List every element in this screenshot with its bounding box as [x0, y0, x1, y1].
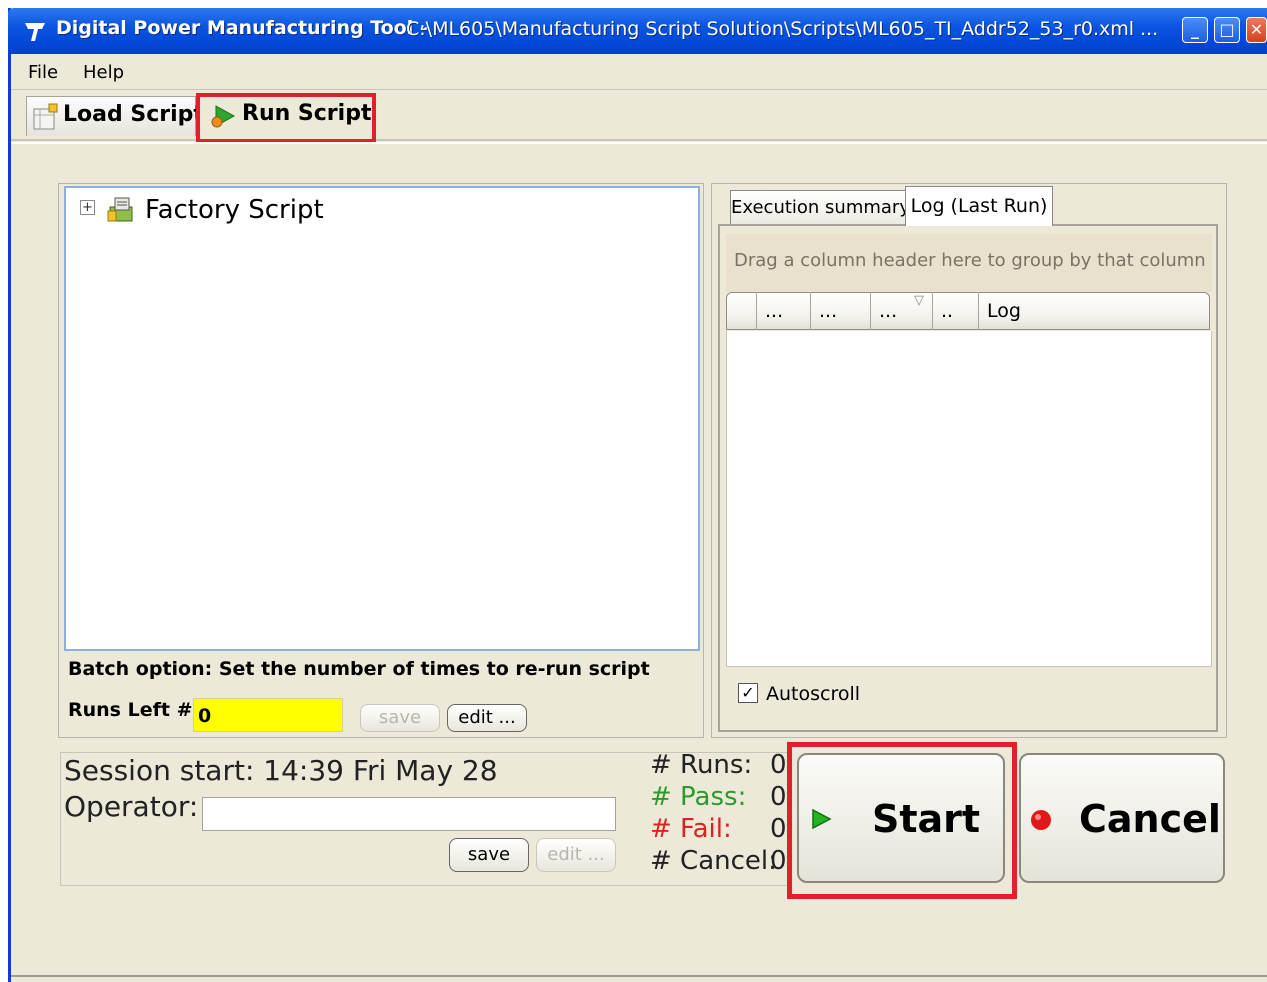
- close-icon: ✕: [1249, 20, 1264, 39]
- session-start-caption: Session start:: [64, 754, 255, 787]
- batch-save-button[interactable]: save: [360, 704, 440, 732]
- autoscroll-checkbox[interactable]: ✓: [738, 683, 758, 703]
- start-highlight-box: [787, 742, 1017, 899]
- stat-fail-label: # Fail:: [650, 814, 732, 844]
- ti-logo-icon: [25, 23, 45, 41]
- stat-fail-value: 0: [770, 814, 787, 844]
- stat-pass-label: # Pass:: [650, 782, 747, 812]
- sort-filter-icon[interactable]: ▽: [914, 293, 924, 308]
- operator-label: Operator:: [64, 790, 199, 823]
- runs-left-input[interactable]: 0: [193, 698, 343, 732]
- grid-column-header[interactable]: ...: [811, 292, 871, 330]
- session-start-label: Session start: 14:39 Fri May 28: [64, 754, 498, 787]
- minimize-icon: _: [1191, 20, 1199, 39]
- session-save-button[interactable]: save: [449, 838, 529, 872]
- red-dot-icon: [1031, 810, 1051, 830]
- tab-run-script-label: Run Script: [242, 101, 372, 126]
- menu-help[interactable]: Help: [83, 62, 124, 83]
- window-bottom-edge: [11, 975, 1267, 977]
- operator-input[interactable]: [202, 797, 616, 831]
- stat-cancel-label: # Cancel:: [650, 846, 777, 876]
- stat-cancel-value: 0: [770, 846, 787, 876]
- session-edit-button[interactable]: edit ...: [536, 838, 616, 872]
- menu-bar: [11, 54, 1267, 90]
- stat-runs-value: 0: [770, 750, 787, 780]
- tree-node-factory-script[interactable]: Factory Script: [145, 195, 324, 225]
- close-button[interactable]: ✕: [1246, 17, 1267, 43]
- batch-edit-button[interactable]: edit ...: [447, 704, 527, 732]
- file-path-title: C:\ML605\Manufacturing Script Solution\S…: [406, 18, 1159, 40]
- run-arrow-icon: [211, 105, 236, 128]
- grid-column-log-header[interactable]: Log: [979, 292, 1209, 330]
- runs-left-label: Runs Left #: [68, 699, 193, 721]
- factory-script-icon: [107, 197, 133, 222]
- menu-file[interactable]: File: [28, 62, 58, 83]
- tab-execution-summary[interactable]: Execution summary: [730, 190, 910, 224]
- app-title: Digital Power Manufacturing Tool -: [56, 17, 428, 39]
- maximize-button[interactable]: □: [1214, 17, 1240, 43]
- session-start-value: 14:39 Fri May 28: [263, 754, 498, 787]
- stat-runs-label: # Runs:: [650, 750, 753, 780]
- cancel-button-label: Cancel: [1079, 797, 1221, 841]
- tab-log-last-run[interactable]: Log (Last Run): [905, 186, 1053, 226]
- log-grid-body[interactable]: [726, 331, 1212, 667]
- script-page-icon: [33, 103, 58, 130]
- batch-option-label: Batch option: Set the number of times to…: [68, 658, 650, 680]
- grid-column-header[interactable]: ...: [757, 292, 811, 330]
- script-tree[interactable]: [64, 186, 700, 651]
- grid-column-header[interactable]: ..: [933, 292, 979, 330]
- grid-row-selector-header[interactable]: [727, 292, 757, 330]
- stat-pass-value: 0: [770, 782, 787, 812]
- tree-expand-icon[interactable]: +: [80, 200, 95, 215]
- minimize-button[interactable]: _: [1182, 17, 1208, 43]
- group-by-drop-area[interactable]: Drag a column header here to group by th…: [726, 234, 1212, 292]
- maximize-icon: □: [1219, 20, 1235, 39]
- autoscroll-label: Autoscroll: [766, 683, 861, 705]
- tab-load-script-label: Load Script: [63, 102, 204, 127]
